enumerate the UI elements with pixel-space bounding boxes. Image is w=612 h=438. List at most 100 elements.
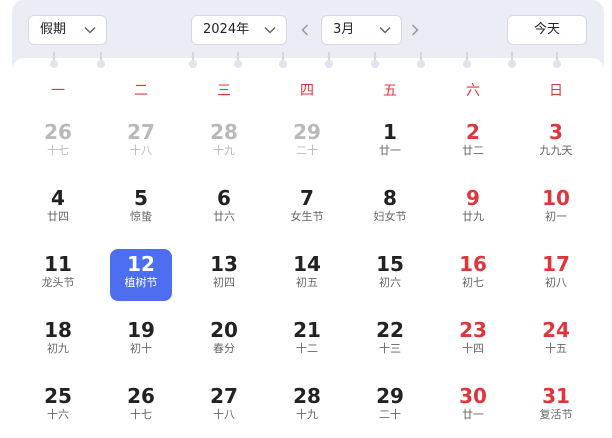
day-number: 19 [127, 318, 155, 342]
day-number: 3 [549, 120, 563, 144]
lunar-label: 十七 [130, 408, 152, 421]
lunar-label: 十三 [379, 342, 401, 355]
lunar-label: 十八 [130, 144, 152, 157]
day-cell[interactable]: 28 十九 [276, 381, 338, 433]
lunar-label: 十八 [213, 408, 235, 421]
lunar-label: 二十 [296, 144, 318, 157]
day-cell[interactable]: 11 龙头节 [27, 249, 89, 301]
day-cell[interactable]: 26 十七 [110, 381, 172, 433]
calendar-grid: 26 十七 27 十八 28 十九 29 二十 1 廿一 2 廿二 3 九九天 4 廿四 5 惊蛰 6 廿六 7 女生节 8… [0, 0, 612, 429]
day-cell[interactable]: 18 初九 [27, 315, 89, 367]
day-cell[interactable]: 27 十八 [193, 381, 255, 433]
day-number: 5 [134, 186, 148, 210]
day-cell[interactable]: 19 初十 [110, 315, 172, 367]
day-number: 30 [459, 384, 487, 408]
day-cell[interactable]: 8 妇女节 [359, 183, 421, 235]
day-number: 28 [210, 120, 238, 144]
day-number: 14 [293, 252, 321, 276]
day-number: 25 [44, 384, 72, 408]
day-cell[interactable]: 2 廿二 [442, 117, 504, 169]
day-number: 27 [127, 120, 155, 144]
day-cell[interactable]: 4 廿四 [27, 183, 89, 235]
day-number: 12 [127, 252, 155, 276]
day-number: 13 [210, 252, 238, 276]
day-cell[interactable]: 22 十三 [359, 315, 421, 367]
day-number: 24 [542, 318, 570, 342]
lunar-label: 十七 [47, 144, 69, 157]
day-number: 10 [542, 186, 570, 210]
day-cell[interactable]: 16 初七 [442, 249, 504, 301]
lunar-label: 十二 [296, 342, 318, 355]
lunar-label: 十六 [47, 408, 69, 421]
day-cell[interactable]: 9 廿九 [442, 183, 504, 235]
lunar-label: 十九 [213, 144, 235, 157]
day-cell[interactable]: 23 十四 [442, 315, 504, 367]
day-cell[interactable]: 24 十五 [525, 315, 587, 367]
lunar-label: 十五 [545, 342, 567, 355]
lunar-label: 廿二 [462, 144, 484, 157]
day-cell[interactable]: 5 惊蛰 [110, 183, 172, 235]
day-number: 8 [383, 186, 397, 210]
day-cell[interactable]: 20 春分 [193, 315, 255, 367]
lunar-label: 九九天 [539, 144, 573, 157]
day-cell[interactable]: 6 廿六 [193, 183, 255, 235]
day-number: 31 [542, 384, 570, 408]
day-number: 28 [293, 384, 321, 408]
lunar-label: 初四 [213, 276, 235, 289]
lunar-label: 植树节 [124, 276, 158, 289]
day-cell[interactable]: 17 初八 [525, 249, 587, 301]
lunar-label: 初七 [462, 276, 484, 289]
lunar-label: 复活节 [539, 408, 573, 421]
day-cell[interactable]: 7 女生节 [276, 183, 338, 235]
day-cell[interactable]: 26 十七 [27, 117, 89, 169]
day-cell[interactable]: 10 初一 [525, 183, 587, 235]
day-cell[interactable]: 29 二十 [359, 381, 421, 433]
day-number: 22 [376, 318, 404, 342]
lunar-label: 妇女节 [373, 210, 407, 223]
day-cell[interactable]: 27 十八 [110, 117, 172, 169]
day-cell[interactable]: 3 九九天 [525, 117, 587, 169]
day-cell[interactable]: 30 廿一 [442, 381, 504, 433]
day-number: 26 [44, 120, 72, 144]
day-number: 4 [51, 186, 65, 210]
lunar-label: 十九 [296, 408, 318, 421]
lunar-label: 初九 [47, 342, 69, 355]
lunar-label: 廿四 [47, 210, 69, 223]
lunar-label: 惊蛰 [130, 210, 152, 223]
lunar-label: 女生节 [290, 210, 324, 223]
lunar-label: 初八 [545, 276, 567, 289]
day-number: 21 [293, 318, 321, 342]
lunar-label: 初十 [130, 342, 152, 355]
day-cell[interactable]: 25 十六 [27, 381, 89, 433]
day-number: 27 [210, 384, 238, 408]
lunar-label: 十四 [462, 342, 484, 355]
day-number: 6 [217, 186, 231, 210]
day-cell[interactable]: 15 初六 [359, 249, 421, 301]
lunar-label: 初一 [545, 210, 567, 223]
day-cell[interactable]: 29 二十 [276, 117, 338, 169]
day-cell[interactable]: 21 十二 [276, 315, 338, 367]
day-number: 17 [542, 252, 570, 276]
day-cell[interactable]: 31 复活节 [525, 381, 587, 433]
lunar-label: 廿九 [462, 210, 484, 223]
day-cell[interactable]: 14 初五 [276, 249, 338, 301]
lunar-label: 龙头节 [41, 276, 75, 289]
lunar-label: 初六 [379, 276, 401, 289]
day-cell-selected[interactable]: 12 植树节 [110, 249, 172, 301]
day-cell[interactable]: 13 初四 [193, 249, 255, 301]
lunar-label: 廿六 [213, 210, 235, 223]
day-number: 7 [300, 186, 314, 210]
day-cell[interactable]: 1 廿一 [359, 117, 421, 169]
day-number: 11 [44, 252, 72, 276]
day-number: 1 [383, 120, 397, 144]
day-number: 16 [459, 252, 487, 276]
day-number: 2 [466, 120, 480, 144]
lunar-label: 二十 [379, 408, 401, 421]
lunar-label: 初五 [296, 276, 318, 289]
lunar-label: 廿一 [462, 408, 484, 421]
day-number: 29 [376, 384, 404, 408]
lunar-label: 廿一 [379, 144, 401, 157]
day-number: 29 [293, 120, 321, 144]
day-number: 18 [44, 318, 72, 342]
day-cell[interactable]: 28 十九 [193, 117, 255, 169]
